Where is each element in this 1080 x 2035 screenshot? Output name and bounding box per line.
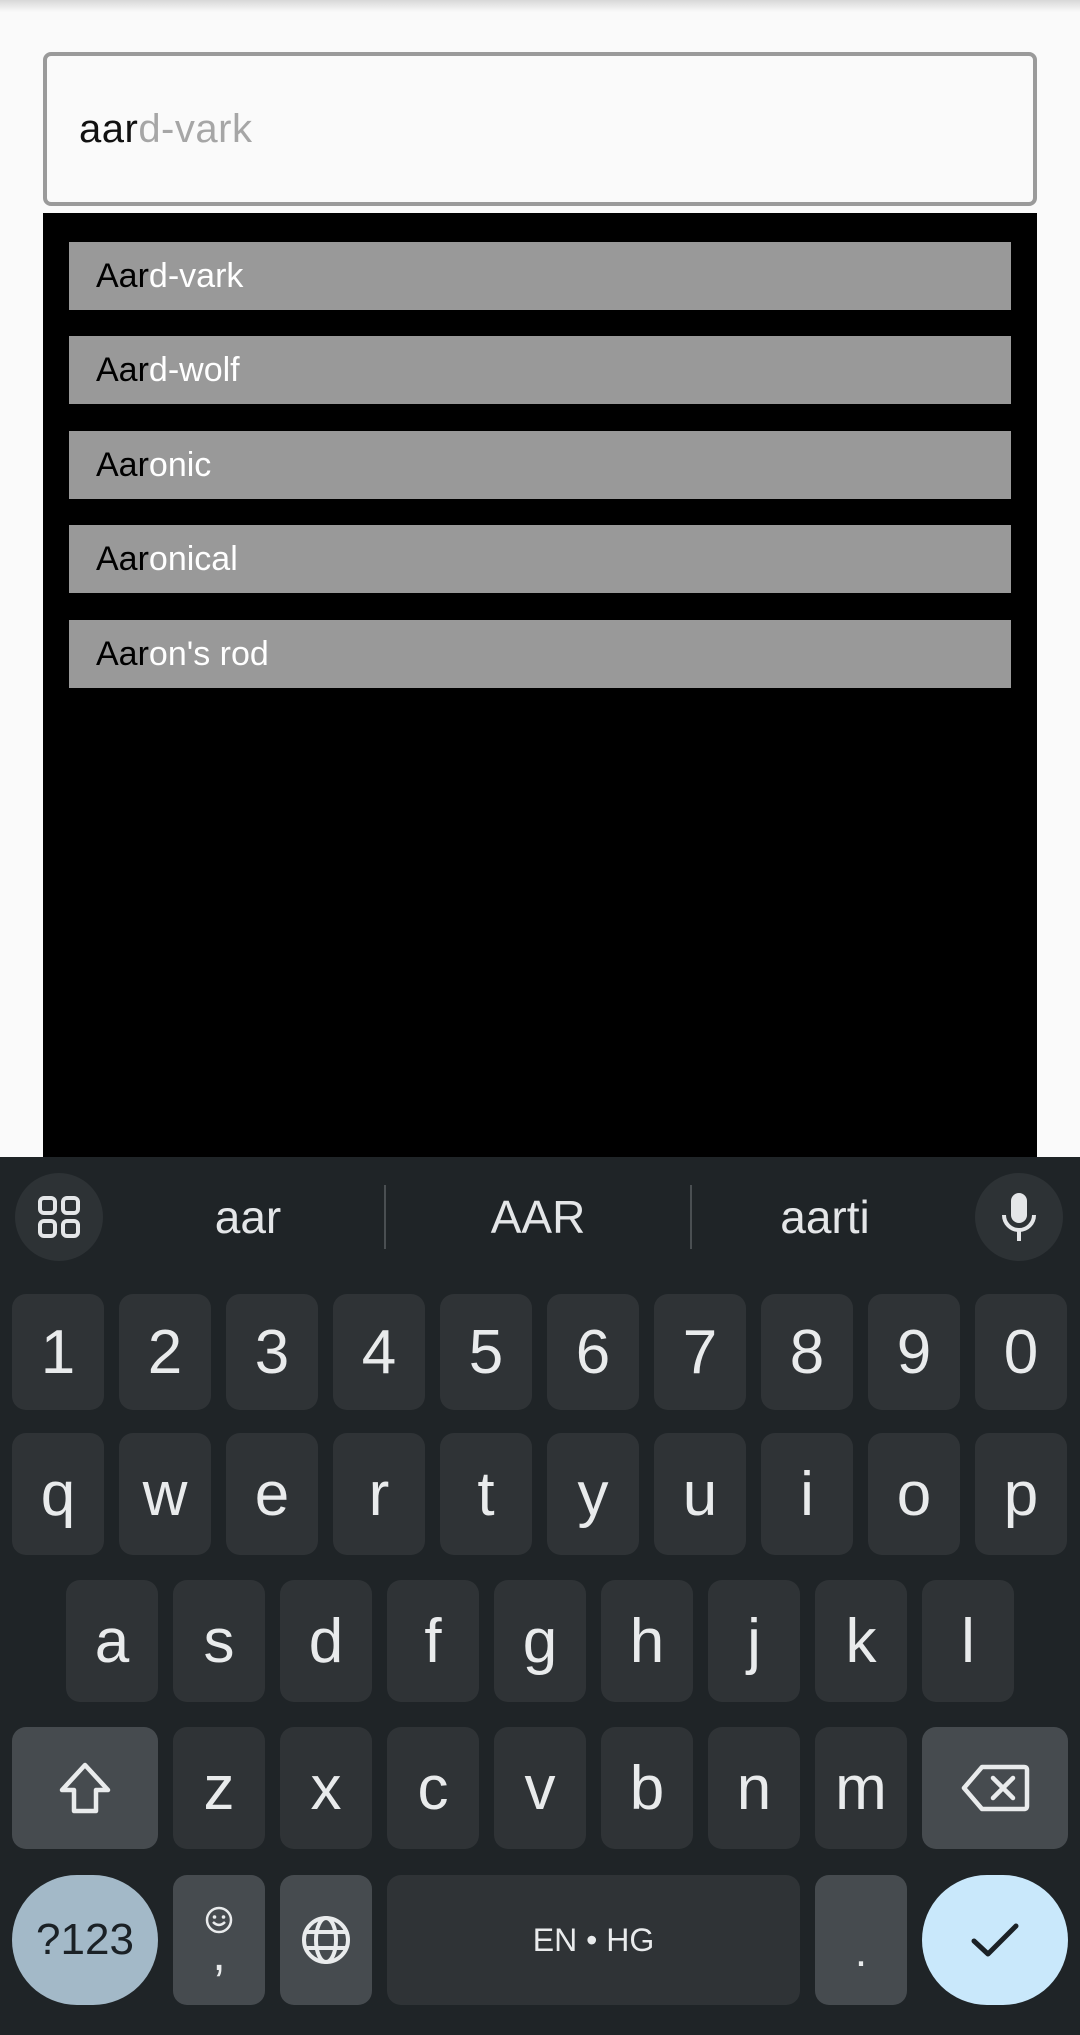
key-4[interactable]: 4: [333, 1294, 425, 1410]
suggestion-dropdown: Aar d-vark Aar d-wolf Aar onic Aar onical Aa…: [43, 213, 1037, 1158]
emoji-comma-key[interactable]: ,: [173, 1875, 265, 2005]
keyboard-suggestion-strip: aar AAR aarti: [0, 1157, 1080, 1277]
enter-key[interactable]: [922, 1875, 1068, 2005]
language-key[interactable]: [280, 1875, 372, 2005]
key-9[interactable]: 9: [868, 1294, 960, 1410]
suggestion-rest: onical: [148, 539, 238, 578]
suggestion-rest: d-vark: [148, 256, 244, 295]
key-l[interactable]: l: [922, 1580, 1014, 1702]
key-n[interactable]: n: [708, 1727, 800, 1849]
suggestion-rest: onic: [148, 445, 212, 484]
key-h[interactable]: h: [601, 1580, 693, 1702]
shift-icon: [59, 1762, 111, 1814]
suggestion-divider: [690, 1185, 692, 1249]
search-autocomplete-hint: d-vark: [138, 106, 253, 151]
key-w[interactable]: w: [119, 1433, 211, 1555]
suggestion-prefix: Aar: [96, 256, 149, 295]
word-suggestion-1[interactable]: aar: [118, 1179, 378, 1255]
key-b[interactable]: b: [601, 1727, 693, 1849]
key-y[interactable]: y: [547, 1433, 639, 1555]
key-q[interactable]: q: [12, 1433, 104, 1555]
key-7[interactable]: 7: [654, 1294, 746, 1410]
key-1[interactable]: 1: [12, 1294, 104, 1410]
top-shadow: [0, 0, 1080, 12]
suggestion-item[interactable]: Aar onical: [69, 525, 1011, 593]
suggestion-item[interactable]: Aar d-vark: [69, 242, 1011, 310]
key-8[interactable]: 8: [761, 1294, 853, 1410]
key-k[interactable]: k: [815, 1580, 907, 1702]
key-p[interactable]: p: [975, 1433, 1067, 1555]
checkmark-icon: [971, 1923, 1019, 1957]
key-c[interactable]: c: [387, 1727, 479, 1849]
key-m[interactable]: m: [815, 1727, 907, 1849]
key-0[interactable]: 0: [975, 1294, 1067, 1410]
word-suggestion-3[interactable]: aarti: [695, 1179, 955, 1255]
key-e[interactable]: e: [226, 1433, 318, 1555]
key-a[interactable]: a: [66, 1580, 158, 1702]
comma-label: ,: [212, 1928, 226, 1981]
suggestion-item[interactable]: Aar onic: [69, 431, 1011, 499]
microphone-icon[interactable]: [975, 1173, 1063, 1261]
suggestion-divider: [384, 1185, 386, 1249]
word-suggestion-2[interactable]: AAR: [408, 1179, 668, 1255]
suggestion-item[interactable]: Aar d-wolf: [69, 336, 1011, 404]
key-6[interactable]: 6: [547, 1294, 639, 1410]
key-2[interactable]: 2: [119, 1294, 211, 1410]
apps-grid-icon[interactable]: [15, 1173, 103, 1261]
key-x[interactable]: x: [280, 1727, 372, 1849]
backspace-icon: [961, 1764, 1030, 1812]
key-t[interactable]: t: [440, 1433, 532, 1555]
period-key[interactable]: .: [815, 1875, 907, 2005]
symbols-key[interactable]: ?123: [12, 1875, 158, 2005]
suggestion-prefix: Aar: [96, 350, 149, 389]
key-o[interactable]: o: [868, 1433, 960, 1555]
key-v[interactable]: v: [494, 1727, 586, 1849]
suggestion-rest: on's rod: [148, 634, 269, 673]
key-r[interactable]: r: [333, 1433, 425, 1555]
key-j[interactable]: j: [708, 1580, 800, 1702]
key-g[interactable]: g: [494, 1580, 586, 1702]
suggestion-prefix: Aar: [96, 445, 149, 484]
key-s[interactable]: s: [173, 1580, 265, 1702]
search-typed-text: aar: [79, 106, 139, 151]
suggestion-prefix: Aar: [96, 539, 149, 578]
key-i[interactable]: i: [761, 1433, 853, 1555]
search-input[interactable]: aar d-vark: [43, 52, 1037, 206]
globe-icon: [302, 1916, 350, 1964]
suggestion-item[interactable]: Aar on's rod: [69, 620, 1011, 688]
key-f[interactable]: f: [387, 1580, 479, 1702]
key-u[interactable]: u: [654, 1433, 746, 1555]
space-key[interactable]: EN • HG: [387, 1875, 800, 2005]
suggestion-rest: d-wolf: [148, 350, 240, 389]
key-z[interactable]: z: [173, 1727, 265, 1849]
key-3[interactable]: 3: [226, 1294, 318, 1410]
backspace-key[interactable]: [922, 1727, 1068, 1849]
key-5[interactable]: 5: [440, 1294, 532, 1410]
suggestion-prefix: Aar: [96, 634, 149, 673]
on-screen-keyboard: aar AAR aarti 1 2 3 4 5 6 7 8 9 0 q w e …: [0, 1157, 1080, 2035]
key-d[interactable]: d: [280, 1580, 372, 1702]
shift-key[interactable]: [12, 1727, 158, 1849]
